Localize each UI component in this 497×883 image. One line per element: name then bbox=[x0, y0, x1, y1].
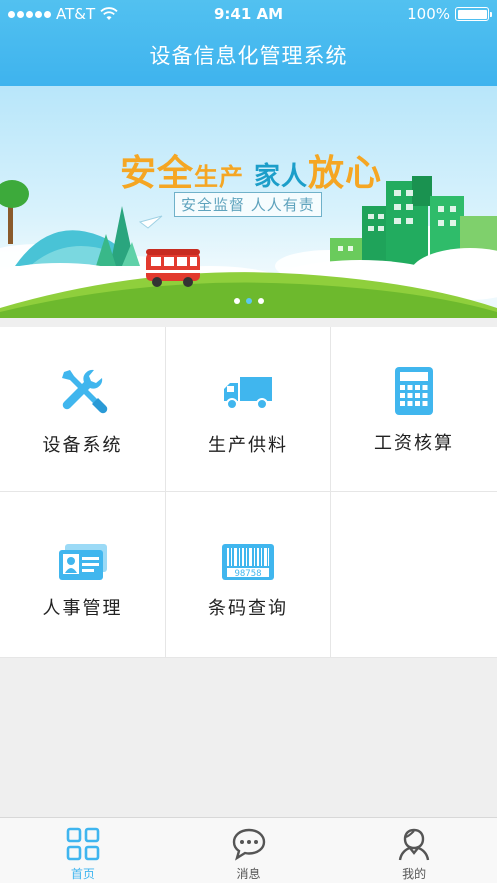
tab-label: 我的 bbox=[402, 867, 427, 881]
menu-item-barcode[interactable]: 98758 条码查询 bbox=[166, 492, 331, 658]
tab-label: 首页 bbox=[70, 867, 95, 881]
headline-peace: 放心 bbox=[308, 153, 383, 194]
menu-label: 设备系统 bbox=[42, 435, 123, 456]
tab-label: 消息 bbox=[236, 867, 261, 881]
home-grid-icon bbox=[66, 827, 100, 861]
menu-label: 人事管理 bbox=[42, 598, 123, 619]
menu-label: 条码查询 bbox=[208, 598, 288, 619]
bottom-tab-bar: 首页 消息 我的 bbox=[0, 817, 497, 883]
tab-home[interactable]: 首页 bbox=[0, 818, 166, 883]
menu-item-equipment[interactable]: 设备系统 bbox=[0, 327, 166, 492]
message-icon bbox=[231, 827, 267, 861]
menu-item-empty bbox=[331, 492, 497, 658]
menu-item-supply[interactable]: 生产供料 bbox=[166, 327, 331, 492]
id-card-icon bbox=[0, 536, 165, 588]
barcode-number: 98758 bbox=[234, 569, 261, 579]
headline-family: 家人 bbox=[254, 162, 309, 192]
page-title: 设备信息化管理系统 bbox=[149, 44, 348, 68]
tab-messages[interactable]: 消息 bbox=[166, 818, 332, 883]
banner-headline: 安全 生产 家人 放心 bbox=[120, 144, 382, 196]
menu-label: 工资核算 bbox=[374, 433, 454, 454]
tab-profile[interactable]: 我的 bbox=[331, 818, 497, 883]
menu-label: 生产供料 bbox=[208, 435, 288, 456]
banner-carousel[interactable]: 安全 生产 家人 放心 安全监督 人人有责 bbox=[0, 86, 497, 318]
status-bar: AT&T 9:41 AM 100% bbox=[0, 0, 497, 28]
app-header: AT&T 9:41 AM 100% 设备信息化管理系统 bbox=[0, 0, 497, 86]
pager-dot[interactable] bbox=[233, 298, 240, 304]
barcode-icon: 98758 bbox=[166, 536, 330, 588]
pager-dot[interactable] bbox=[257, 298, 264, 304]
truck-icon bbox=[166, 367, 330, 419]
battery-status: 100% bbox=[407, 5, 492, 23]
calculator-icon bbox=[331, 365, 497, 417]
menu-item-hr[interactable]: 人事管理 bbox=[0, 492, 166, 658]
tools-icon bbox=[0, 367, 165, 419]
carousel-pager[interactable] bbox=[0, 298, 497, 304]
battery-icon bbox=[455, 7, 492, 21]
user-icon bbox=[397, 827, 431, 861]
function-grid: 设备系统 生产供料 工资核算 人事管理 98758 条码查询 bbox=[0, 327, 497, 658]
menu-item-payroll[interactable]: 工资核算 bbox=[331, 327, 497, 492]
headline-safety: 安全 bbox=[120, 153, 195, 194]
battery-percent: 100% bbox=[407, 5, 450, 23]
pager-dot-active[interactable] bbox=[245, 298, 252, 304]
headline-production: 生产 bbox=[194, 163, 245, 191]
banner-subline: 安全监督 人人有责 bbox=[174, 192, 322, 217]
